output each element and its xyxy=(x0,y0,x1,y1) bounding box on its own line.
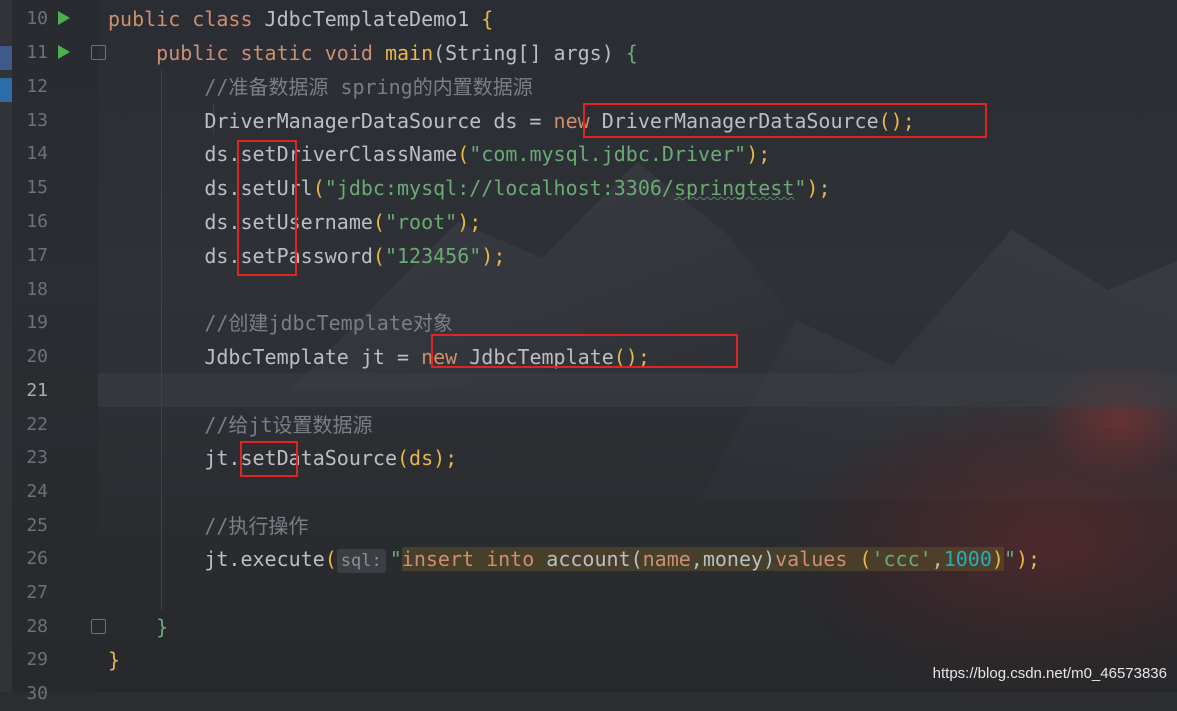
line-number: 27 xyxy=(26,582,48,603)
parameter-hint: sql: xyxy=(336,549,386,573)
line-number: 20 xyxy=(26,346,48,367)
code-line-12[interactable]: //准备数据源 spring的内置数据源 xyxy=(108,70,532,104)
code-line-17[interactable]: ds.setPassword("123456"); xyxy=(108,239,505,273)
line-number: 25 xyxy=(26,515,48,536)
fold-icon[interactable] xyxy=(91,619,106,634)
line-number: 23 xyxy=(26,447,48,468)
fold-icon[interactable] xyxy=(91,45,106,60)
sql-injection-fragment: insert into account(name,money)values ('… xyxy=(401,547,1004,571)
code-line-11[interactable]: public static void main(String[] args) { xyxy=(108,36,638,70)
code-line-25[interactable]: //执行操作 xyxy=(108,509,308,543)
line-number: 13 xyxy=(26,110,48,131)
annotation-box-set-datasource xyxy=(240,441,298,477)
line-number: 15 xyxy=(26,177,48,198)
line-number: 26 xyxy=(26,548,48,569)
code-line-19[interactable]: //创建jdbcTemplate对象 xyxy=(108,306,453,340)
run-class-icon[interactable] xyxy=(58,11,70,25)
change-marker xyxy=(0,46,12,70)
line-number: 24 xyxy=(26,481,48,502)
line-number: 14 xyxy=(26,143,48,164)
code-line-29[interactable]: } xyxy=(108,643,120,677)
line-number: 19 xyxy=(26,312,48,333)
line-number-current: 21 xyxy=(26,380,48,401)
code-line-14[interactable]: ds.setDriverClassName("com.mysql.jdbc.Dr… xyxy=(108,137,770,171)
editor-gutter[interactable]: 10 11 12 13 14 15 16 17 18 19 20 21 22 2… xyxy=(0,0,106,704)
line-number: 12 xyxy=(26,76,48,97)
line-number: 11 xyxy=(26,42,48,63)
line-number: 10 xyxy=(26,8,48,29)
line-number: 30 xyxy=(26,683,48,704)
annotation-box-new-jdbctemplate xyxy=(431,334,738,368)
line-number: 29 xyxy=(26,649,48,670)
line-number: 22 xyxy=(26,414,48,435)
code-line-10[interactable]: public class JdbcTemplateDemo1 { xyxy=(108,2,493,36)
code-line-22[interactable]: //给jt设置数据源 xyxy=(108,408,372,442)
code-line-15[interactable]: ds.setUrl("jdbc:mysql://localhost:3306/s… xyxy=(108,171,830,205)
code-line-26[interactable]: jt.execute(sql: "insert into account(name… xyxy=(108,542,1040,576)
change-marker xyxy=(0,78,12,102)
annotation-box-set-methods xyxy=(237,140,297,276)
line-number: 18 xyxy=(26,279,48,300)
line-number: 28 xyxy=(26,616,48,637)
line-number: 17 xyxy=(26,245,48,266)
current-line-highlight xyxy=(98,373,1177,407)
watermark: https://blog.csdn.net/m0_46573836 xyxy=(932,665,1167,682)
line-number: 16 xyxy=(26,211,48,232)
annotation-box-new-datasource xyxy=(583,103,987,138)
editor-left-edge xyxy=(0,0,12,692)
code-line-28[interactable]: } xyxy=(108,610,168,644)
run-main-icon[interactable] xyxy=(58,45,70,59)
